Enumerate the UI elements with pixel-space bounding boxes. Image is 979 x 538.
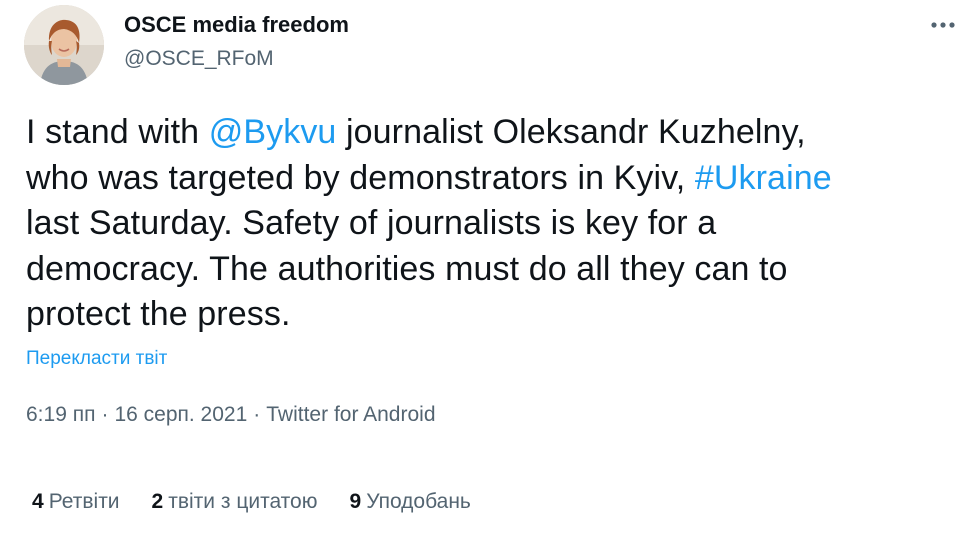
tweet-text-segment: I stand with <box>26 113 209 151</box>
tweet-line-2: who was targeted by demonstrators in Kyi… <box>26 156 956 202</box>
tweet-line-4: democracy. The authorities must do all t… <box>26 247 956 293</box>
tweet-line-1: I stand with @Bykvu journalist Oleksandr… <box>26 110 956 156</box>
tweet-text-segment: who was targeted by demonstrators in Kyi… <box>26 158 695 197</box>
user-handle[interactable]: @OSCE_RFoM <box>124 44 349 74</box>
meta-separator: · <box>101 403 109 426</box>
user-info: OSCE media freedom @OSCE_RFoM <box>124 10 349 74</box>
quote-tweets-label: твіти з цитатою <box>168 490 318 513</box>
meta-separator: · <box>253 403 261 426</box>
tweet-time[interactable]: 6:19 пп <box>26 403 95 426</box>
likes-stat[interactable]: 9 Уподобань <box>350 487 471 517</box>
hashtag-link-ukraine[interactable]: #Ukraine <box>695 159 832 197</box>
tweet-line-3: last Saturday. Safety of journalists is … <box>26 201 956 247</box>
likes-count: 9 <box>349 490 362 513</box>
translate-tweet-link[interactable]: Перекласти твіт <box>26 347 167 371</box>
tweet-text-segment: protect the press. <box>26 295 291 333</box>
quote-tweets-stat[interactable]: 2 твіти з цитатою <box>152 487 318 517</box>
likes-label: Уподобань <box>366 490 471 513</box>
mention-link-bykvu[interactable]: @Bykvu <box>209 113 337 151</box>
retweets-count: 4 <box>32 490 44 513</box>
tweet-text-segment: democracy. The authorities must do all t… <box>26 249 788 288</box>
retweets-label: Ретвіти <box>48 490 120 513</box>
retweets-stat[interactable]: 4 Ретвіти <box>32 487 120 517</box>
more-horizontal-icon <box>931 22 955 28</box>
display-name[interactable]: OSCE media freedom <box>124 10 349 40</box>
tweet-text: I stand with @Bykvu journalist Oleksandr… <box>26 110 956 338</box>
more-options-button[interactable] <box>926 12 960 38</box>
tweet-source[interactable]: Twitter for Android <box>266 403 435 426</box>
tweet-text-segment: journalist Oleksandr Kuzhelny, <box>336 113 806 151</box>
tweet-card: OSCE media freedom @OSCE_RFoM I stand wi… <box>0 0 979 538</box>
tweet-stats: 4 Ретвіти 2 твіти з цитатою 9 Уподобань <box>32 487 471 517</box>
profile-photo-icon <box>24 5 104 85</box>
tweet-meta: 6:19 пп · 16 серп. 2021 · Twitter for Androi… <box>26 401 436 429</box>
tweet-date[interactable]: 16 серп. 2021 <box>114 403 247 426</box>
quote-tweets-count: 2 <box>151 490 164 513</box>
tweet-line-5: protect the press. <box>26 292 956 338</box>
tweet-text-segment: last Saturday. Safety of journalists is … <box>26 204 717 242</box>
avatar[interactable] <box>24 5 104 85</box>
